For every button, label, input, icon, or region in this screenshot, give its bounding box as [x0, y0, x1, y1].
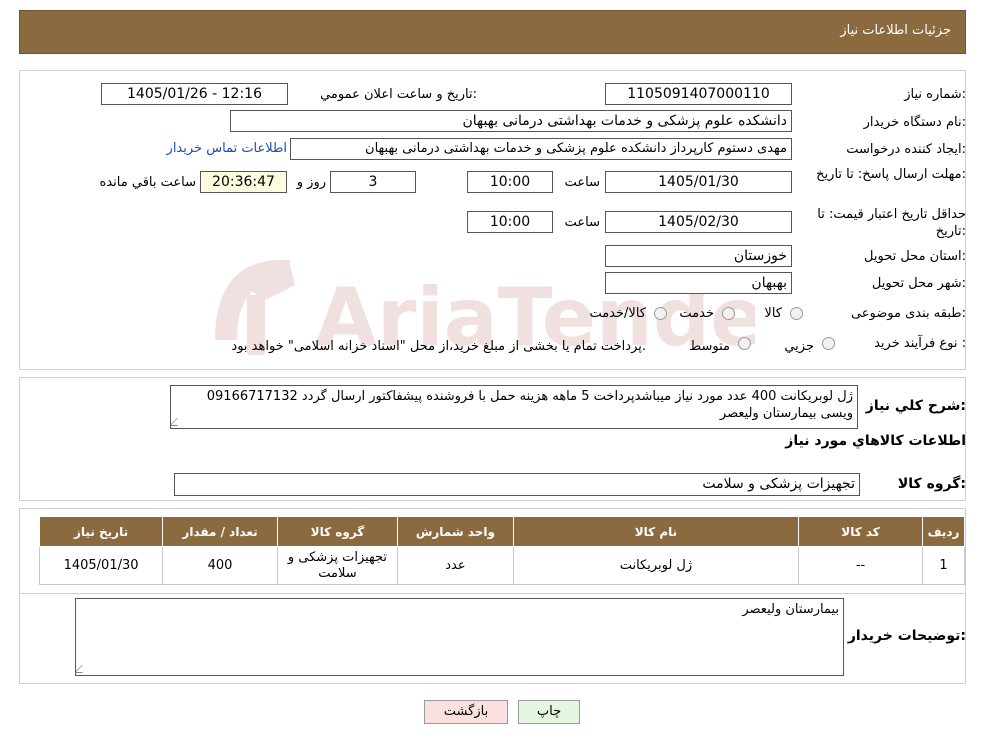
deadline-label: مهلت ارسال پاسخ: تا تاریخ: [816, 167, 966, 182]
city-label: شهر محل تحویل: [871, 276, 966, 291]
process-option-medium: متوسط [689, 339, 730, 354]
resize-handle-icon[interactable] [171, 418, 185, 426]
buyer-notes-label: توضیحات خریدار: [847, 628, 966, 644]
category-radio-goods[interactable] [790, 307, 803, 320]
col-qty: تعداد / مقدار [162, 516, 278, 547]
buyer-org-field: دانشکده علوم پزشکی و خدمات بهداشتی درمان… [230, 110, 792, 132]
buyer-notes-textarea[interactable]: بیمارستان ولیعصر [75, 598, 844, 676]
process-option-minor: جزیي [784, 339, 814, 354]
creator-field: مهدی دستوم کارپرداز دانشکده علوم پزشکی و… [290, 138, 792, 160]
validity-time-label: ساعت [564, 215, 600, 230]
validity-date-field: 1405/02/30 [605, 211, 792, 233]
cell-row: 1 [922, 546, 965, 585]
process-radio-medium[interactable] [738, 337, 751, 350]
province-field: خوزستان [605, 245, 792, 267]
col-code: کد کالا [797, 516, 924, 547]
category-option-goods: کالا [764, 306, 782, 321]
deadline-date-field: 1405/01/30 [605, 171, 792, 193]
col-group: گروه کالا [276, 516, 398, 547]
print-button[interactable]: چاپ [518, 700, 580, 724]
table-row: 1 -- ژل لوبریکانت عدد تجهیزات پزشکی و سل… [38, 546, 965, 585]
col-unit: واحد شمارش [396, 516, 514, 547]
remaining-time-field: 20:36:47 [200, 171, 287, 193]
cell-code: -- [797, 546, 924, 585]
category-radio-service[interactable] [722, 307, 735, 320]
page-title: جزئیات اطلاعات نیاز [840, 23, 951, 38]
cell-qty: 400 [162, 546, 278, 585]
process-note: پرداخت تمام یا بخشی از مبلغ خرید،از محل … [231, 339, 646, 354]
items-table-wrapper: ردیف کد کالا نام کالا واحد شمارش گروه کا… [38, 516, 965, 585]
days-remaining-field: 3 [330, 171, 416, 193]
col-date: تاریخ نیاز [38, 516, 164, 547]
process-type-label: نوع فرآیند خرید : [874, 336, 966, 351]
cell-name: ژل لوبریکانت [512, 546, 799, 585]
announce-date-label: تاریخ و ساعت اعلان عمومي: [320, 87, 477, 102]
page-header: جزئیات اطلاعات نیاز [19, 10, 966, 54]
city-field: بهبهان [605, 272, 792, 294]
category-option-goods-service: کالا/خدمت [589, 306, 646, 321]
deadline-time-label: ساعت [564, 175, 600, 190]
need-number-field: 1105091407000110 [605, 83, 792, 105]
items-table-header: ردیف کد کالا نام کالا واحد شمارش گروه کا… [38, 516, 965, 547]
goods-section-title: اطلاعات کالاهاي مورد نیاز [785, 433, 966, 449]
process-radio-minor[interactable] [822, 337, 835, 350]
buyer-notes-text: بیمارستان ولیعصر [742, 602, 839, 617]
cell-group: تجهیزات پزشکی و سلامت [276, 546, 398, 585]
need-number-label: شماره نیاز: [904, 87, 966, 102]
days-label: روز و [296, 175, 326, 190]
buyer-org-label: نام دستگاه خریدار: [863, 115, 966, 130]
items-table: ردیف کد کالا نام کالا واحد شمارش گروه کا… [38, 516, 965, 585]
creator-label: ایجاد کننده درخواست: [846, 142, 966, 157]
summary-textarea[interactable]: ژل لوبریکانت 400 عدد مورد نیاز میباشدپرد… [170, 385, 858, 429]
back-button[interactable]: بازگشت [424, 700, 508, 724]
summary-text: ژل لوبریکانت 400 عدد مورد نیاز میباشدپرد… [206, 389, 853, 421]
deadline-time-field: 10:00 [467, 171, 553, 193]
cell-unit: عدد [396, 546, 514, 585]
goods-group-field: تجهیزات پزشکی و سلامت [174, 473, 860, 496]
category-radio-goods-service[interactable] [654, 307, 667, 320]
announce-date-field: 1405/01/26 - 12:16 [101, 83, 288, 105]
category-label: طبقه بندی موضوعی: [850, 306, 966, 321]
remaining-label: ساعت باقي مانده [99, 175, 196, 190]
buyer-contact-link[interactable]: اطلاعات تماس خریدار [155, 141, 287, 156]
validity-label: حداقل تاریخ اعتبار قیمت: تا تاریخ: [817, 207, 966, 239]
cell-date: 1405/01/30 [38, 546, 164, 585]
col-row: ردیف [922, 516, 965, 547]
category-option-service: خدمت [679, 306, 714, 321]
validity-time-field: 10:00 [467, 211, 553, 233]
col-name: نام کالا [512, 516, 799, 547]
goods-group-label: گروه کالا: [897, 476, 966, 492]
province-label: استان محل تحویل: [864, 249, 966, 264]
summary-label: شرح کلي نیاز: [865, 398, 966, 414]
resize-handle-icon[interactable] [76, 665, 90, 673]
